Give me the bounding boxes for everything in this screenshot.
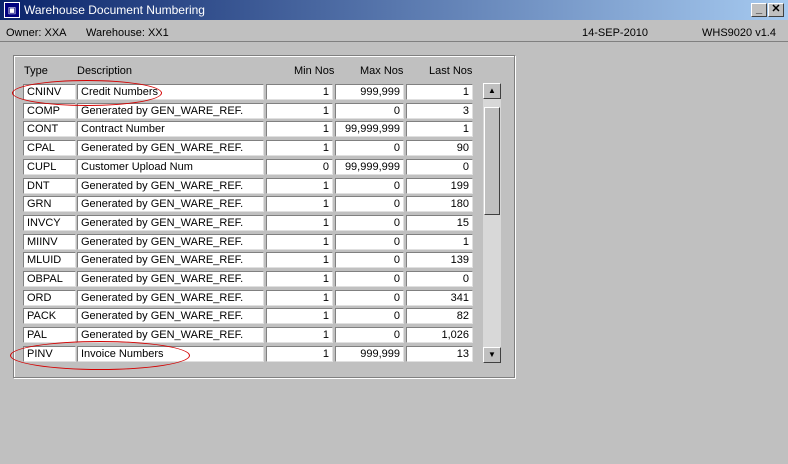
last-nos-cell[interactable]: 139 bbox=[406, 252, 473, 269]
minimize-button[interactable]: _ bbox=[751, 3, 767, 17]
min-nos-cell[interactable]: 1 bbox=[266, 252, 333, 269]
max-nos-cell[interactable]: 0 bbox=[335, 327, 404, 344]
last-nos-cell[interactable]: 1 bbox=[406, 84, 473, 100]
description-cell[interactable]: Generated by GEN_WARE_REF. bbox=[77, 271, 264, 287]
description-cell[interactable]: Customer Upload Num bbox=[77, 158, 264, 175]
min-nos-cell[interactable]: 1 bbox=[266, 177, 333, 194]
max-nos-cell[interactable]: 99,999,999 bbox=[335, 121, 404, 138]
close-button[interactable]: ✕ bbox=[768, 3, 784, 17]
min-nos-cell[interactable]: 1 bbox=[266, 327, 333, 344]
type-cell[interactable]: PACK bbox=[23, 308, 76, 325]
min-nos-cell[interactable]: 1 bbox=[266, 84, 333, 100]
type-cell[interactable]: MLUID bbox=[23, 252, 76, 269]
version-label: WHS9020 v1.4 bbox=[702, 27, 776, 39]
min-nos-cell[interactable]: 1 bbox=[266, 289, 333, 306]
scroll-thumb[interactable] bbox=[484, 107, 500, 215]
type-cell[interactable]: OBPAL bbox=[23, 271, 76, 287]
description-cell[interactable]: Generated by GEN_WARE_REF. bbox=[77, 102, 264, 119]
description-cell[interactable]: Generated by GEN_WARE_REF. bbox=[77, 140, 264, 157]
column-header-type: Type bbox=[24, 65, 48, 77]
window-title: Warehouse Document Numbering bbox=[24, 3, 205, 17]
max-nos-cell[interactable]: 0 bbox=[335, 177, 404, 194]
app-icon[interactable]: ▣ bbox=[4, 2, 20, 18]
column-header-description: Description bbox=[77, 65, 133, 77]
type-cell[interactable]: PINV bbox=[23, 345, 76, 362]
type-cell[interactable]: ORD bbox=[23, 289, 76, 306]
type-cell[interactable]: CPAL bbox=[23, 140, 76, 157]
last-nos-cell[interactable]: 0 bbox=[406, 158, 473, 175]
min-nos-cell[interactable]: 1 bbox=[266, 271, 333, 287]
min-nos-cell[interactable]: 1 bbox=[266, 102, 333, 119]
description-cell[interactable]: Generated by GEN_WARE_REF. bbox=[77, 196, 264, 213]
max-nos-cell[interactable]: 0 bbox=[335, 196, 404, 213]
max-nos-cell[interactable]: 99,999,999 bbox=[335, 158, 404, 175]
type-cell[interactable]: MIINV bbox=[23, 233, 76, 250]
scroll-up-arrow-icon[interactable]: ▲ bbox=[483, 83, 501, 99]
max-nos-cell[interactable]: 0 bbox=[335, 233, 404, 250]
warehouse-label: Warehouse: XX1 bbox=[86, 27, 169, 39]
last-nos-cell[interactable]: 199 bbox=[406, 177, 473, 194]
last-nos-cell[interactable]: 1,026 bbox=[406, 327, 473, 344]
min-nos-cell[interactable]: 0 bbox=[266, 158, 333, 175]
max-nos-cell[interactable]: 0 bbox=[335, 289, 404, 306]
type-cell[interactable]: CNINV bbox=[23, 84, 76, 100]
last-nos-cell[interactable]: 13 bbox=[406, 345, 473, 362]
max-nos-cell[interactable]: 999,999 bbox=[335, 345, 404, 362]
max-nos-cell[interactable]: 0 bbox=[335, 252, 404, 269]
column-header-last: Last Nos bbox=[429, 65, 473, 77]
column-header-min: Min Nos bbox=[294, 65, 335, 77]
owner-label: Owner: XXA bbox=[6, 27, 67, 39]
type-cell[interactable]: CONT bbox=[23, 121, 76, 138]
description-cell[interactable]: Generated by GEN_WARE_REF. bbox=[77, 252, 264, 269]
type-cell[interactable]: GRN bbox=[23, 196, 76, 213]
last-nos-cell[interactable]: 180 bbox=[406, 196, 473, 213]
max-nos-cell[interactable]: 0 bbox=[335, 271, 404, 287]
max-nos-cell[interactable]: 0 bbox=[335, 308, 404, 325]
description-cell[interactable]: Generated by GEN_WARE_REF. bbox=[77, 233, 264, 250]
min-nos-cell[interactable]: 1 bbox=[266, 345, 333, 362]
last-nos-cell[interactable]: 1 bbox=[406, 233, 473, 250]
type-cell[interactable]: COMP bbox=[23, 102, 76, 119]
date-label: 14-SEP-2010 bbox=[582, 27, 649, 39]
last-nos-cell[interactable]: 3 bbox=[406, 102, 473, 119]
description-cell[interactable]: Invoice Numbers bbox=[77, 345, 264, 362]
description-cell[interactable]: Generated by GEN_WARE_REF. bbox=[77, 177, 264, 194]
form-header: Owner: XXA Warehouse: XX1 14-SEP-2010 WH… bbox=[0, 21, 788, 42]
type-cell[interactable]: INVCY bbox=[23, 214, 76, 231]
column-header-max: Max Nos bbox=[360, 65, 404, 77]
description-cell[interactable]: Contract Number bbox=[77, 121, 264, 138]
last-nos-cell[interactable]: 82 bbox=[406, 308, 473, 325]
last-nos-cell[interactable]: 341 bbox=[406, 289, 473, 306]
max-nos-cell[interactable]: 0 bbox=[335, 140, 404, 157]
type-cell[interactable]: DNT bbox=[23, 177, 76, 194]
min-nos-cell[interactable]: 1 bbox=[266, 140, 333, 157]
max-nos-cell[interactable]: 0 bbox=[335, 102, 404, 119]
title-bar: ▣ Warehouse Document Numbering _ ✕ bbox=[0, 0, 788, 20]
min-nos-cell[interactable]: 1 bbox=[266, 214, 333, 231]
vertical-scrollbar[interactable]: ▲ ▼ bbox=[483, 83, 501, 363]
scroll-down-arrow-icon[interactable]: ▼ bbox=[483, 347, 501, 363]
min-nos-cell[interactable]: 1 bbox=[266, 308, 333, 325]
description-cell[interactable]: Generated by GEN_WARE_REF. bbox=[77, 308, 264, 325]
last-nos-cell[interactable]: 15 bbox=[406, 214, 473, 231]
min-nos-cell[interactable]: 1 bbox=[266, 121, 333, 138]
description-cell[interactable]: Credit Numbers bbox=[77, 84, 264, 100]
min-nos-cell[interactable]: 1 bbox=[266, 196, 333, 213]
last-nos-cell[interactable]: 0 bbox=[406, 271, 473, 287]
max-nos-cell[interactable]: 999,999 bbox=[335, 84, 404, 100]
type-cell[interactable]: CUPL bbox=[23, 158, 76, 175]
max-nos-cell[interactable]: 0 bbox=[335, 214, 404, 231]
last-nos-cell[interactable]: 90 bbox=[406, 140, 473, 157]
min-nos-cell[interactable]: 1 bbox=[266, 233, 333, 250]
description-cell[interactable]: Generated by GEN_WARE_REF. bbox=[77, 214, 264, 231]
type-cell[interactable]: PAL bbox=[23, 327, 76, 344]
last-nos-cell[interactable]: 1 bbox=[406, 121, 473, 138]
description-cell[interactable]: Generated by GEN_WARE_REF. bbox=[77, 289, 264, 306]
description-cell[interactable]: Generated by GEN_WARE_REF. bbox=[77, 327, 264, 344]
